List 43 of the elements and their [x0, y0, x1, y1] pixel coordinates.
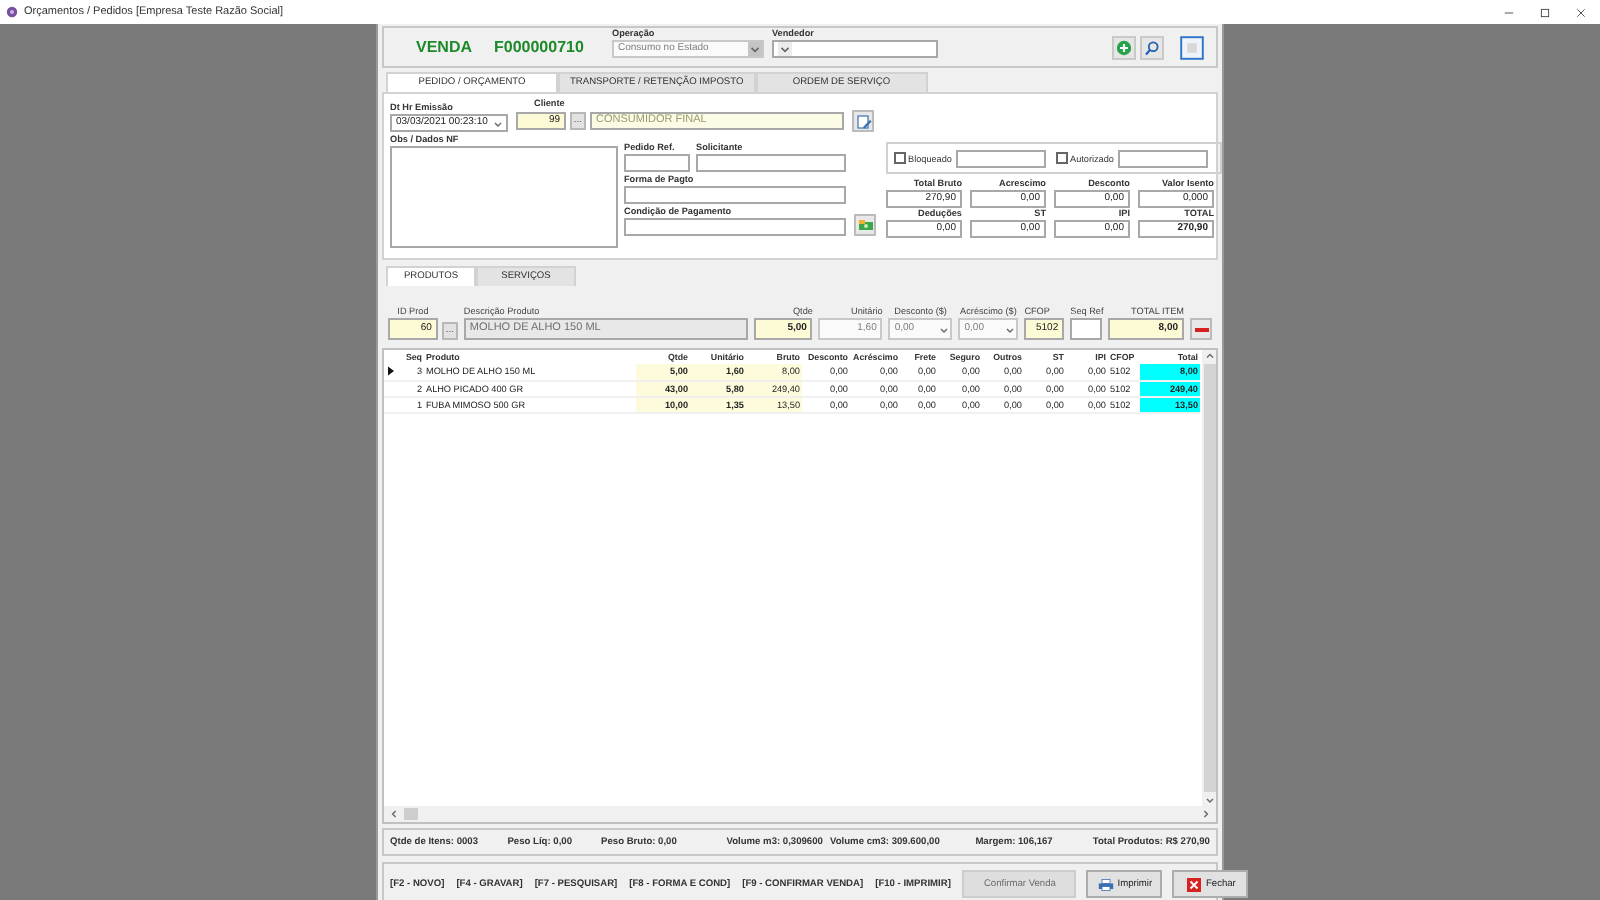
scroll-up-icon[interactable]: [1203, 350, 1215, 362]
notes-field[interactable]: [390, 146, 618, 248]
text-field[interactable]: [1118, 149, 1208, 167]
search-icon: [1144, 39, 1160, 55]
checkbox[interactable]: [1056, 152, 1068, 164]
scroll-left-icon[interactable]: [388, 808, 400, 820]
payment-button[interactable]: [854, 214, 876, 236]
seller-dropdown[interactable]: [772, 40, 938, 58]
text-field[interactable]: [624, 186, 846, 204]
vertical-scrollbar[interactable]: [1202, 350, 1216, 806]
scroll-down-icon[interactable]: [1203, 794, 1215, 806]
close-icon[interactable]: [1576, 7, 1586, 17]
text-field[interactable]: [624, 218, 846, 236]
dropdown-arrow-icon: [748, 42, 762, 56]
scroll-thumb[interactable]: [404, 808, 418, 820]
plus-icon: [1116, 39, 1132, 55]
scroll-right-icon[interactable]: [1200, 808, 1212, 820]
document-type: VENDA: [416, 38, 475, 56]
maximize-icon[interactable]: [1540, 7, 1550, 17]
caret-icon: [1004, 323, 1017, 335]
caret-icon: [938, 323, 951, 335]
close-icon: [1185, 877, 1202, 891]
edit-icon: [855, 113, 871, 129]
text-field[interactable]: [696, 154, 846, 172]
scroll-thumb[interactable]: [1203, 364, 1215, 792]
app-icon: [6, 6, 18, 18]
document-number: F000000710: [494, 38, 586, 56]
caret-icon: [492, 117, 504, 129]
text-field[interactable]: [956, 149, 1046, 167]
search-button[interactable]: [1140, 35, 1164, 59]
edit-button[interactable]: [852, 110, 874, 132]
minimize-icon[interactable]: [1504, 7, 1514, 17]
checkbox[interactable]: [894, 152, 906, 164]
input-field[interactable]: [1070, 318, 1103, 340]
cash-icon: [857, 217, 873, 233]
horizontal-scrollbar[interactable]: [384, 806, 1216, 822]
square-icon: [1180, 35, 1204, 59]
dropdown-arrow-icon: [778, 42, 792, 56]
printer-icon: [1097, 877, 1114, 891]
text-field[interactable]: [624, 154, 690, 172]
remove-button[interactable]: [1190, 318, 1212, 340]
add-button[interactable]: [1112, 35, 1136, 59]
toolbar-button[interactable]: [1180, 35, 1204, 59]
